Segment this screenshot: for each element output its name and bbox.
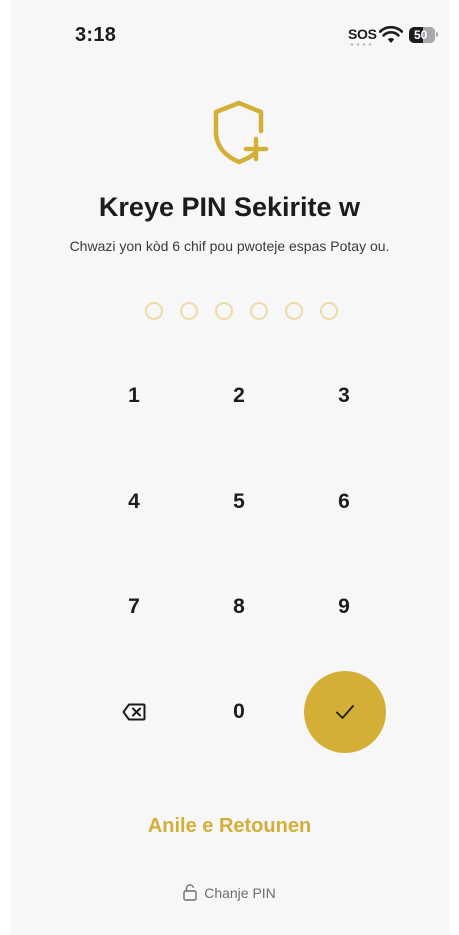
page-title: Kreye PIN Sekirite w — [98, 192, 361, 222]
key-6[interactable]: 6 — [302, 460, 386, 544]
key-8[interactable]: 8 — [197, 565, 281, 649]
pin-dot — [215, 302, 233, 320]
shield-plus-icon — [213, 100, 269, 165]
pin-dot — [320, 302, 338, 320]
backspace-icon — [122, 703, 146, 721]
sos-indicator: SOS — [348, 26, 377, 42]
key-9[interactable]: 9 — [302, 565, 386, 649]
confirm-button[interactable] — [304, 671, 386, 753]
pin-setup-screen: 3:18 SOS 50 Kreye PIN Sekirite w Chwazi … — [10, 0, 449, 935]
key-4[interactable]: 4 — [92, 460, 176, 544]
wifi-icon — [379, 26, 403, 43]
cancel-button[interactable]: Anile e Retounen — [10, 815, 449, 838]
lock-open-icon — [183, 884, 197, 901]
pin-dot — [180, 302, 198, 320]
key-2[interactable]: 2 — [197, 354, 281, 438]
pin-dot — [145, 302, 163, 320]
key-5[interactable]: 5 — [197, 460, 281, 544]
change-pin-link[interactable]: Chanje PIN — [10, 884, 449, 901]
pin-dot — [250, 302, 268, 320]
key-7[interactable]: 7 — [92, 565, 176, 649]
delete-button[interactable] — [92, 670, 176, 754]
battery-icon: 50 — [409, 27, 435, 43]
signal-dots — [349, 43, 373, 46]
change-pin-label: Chanje PIN — [204, 885, 276, 901]
battery-tip — [436, 32, 438, 37]
battery-level: 50 — [414, 28, 428, 42]
page-subtitle: Chwazi yon kòd 6 chif pou pwoteje espas … — [69, 238, 390, 254]
checkmark-icon — [336, 705, 354, 719]
status-time: 3:18 — [75, 24, 117, 46]
key-1[interactable]: 1 — [92, 354, 176, 438]
pin-dot — [285, 302, 303, 320]
key-0[interactable]: 0 — [197, 670, 281, 754]
key-3[interactable]: 3 — [302, 354, 386, 438]
